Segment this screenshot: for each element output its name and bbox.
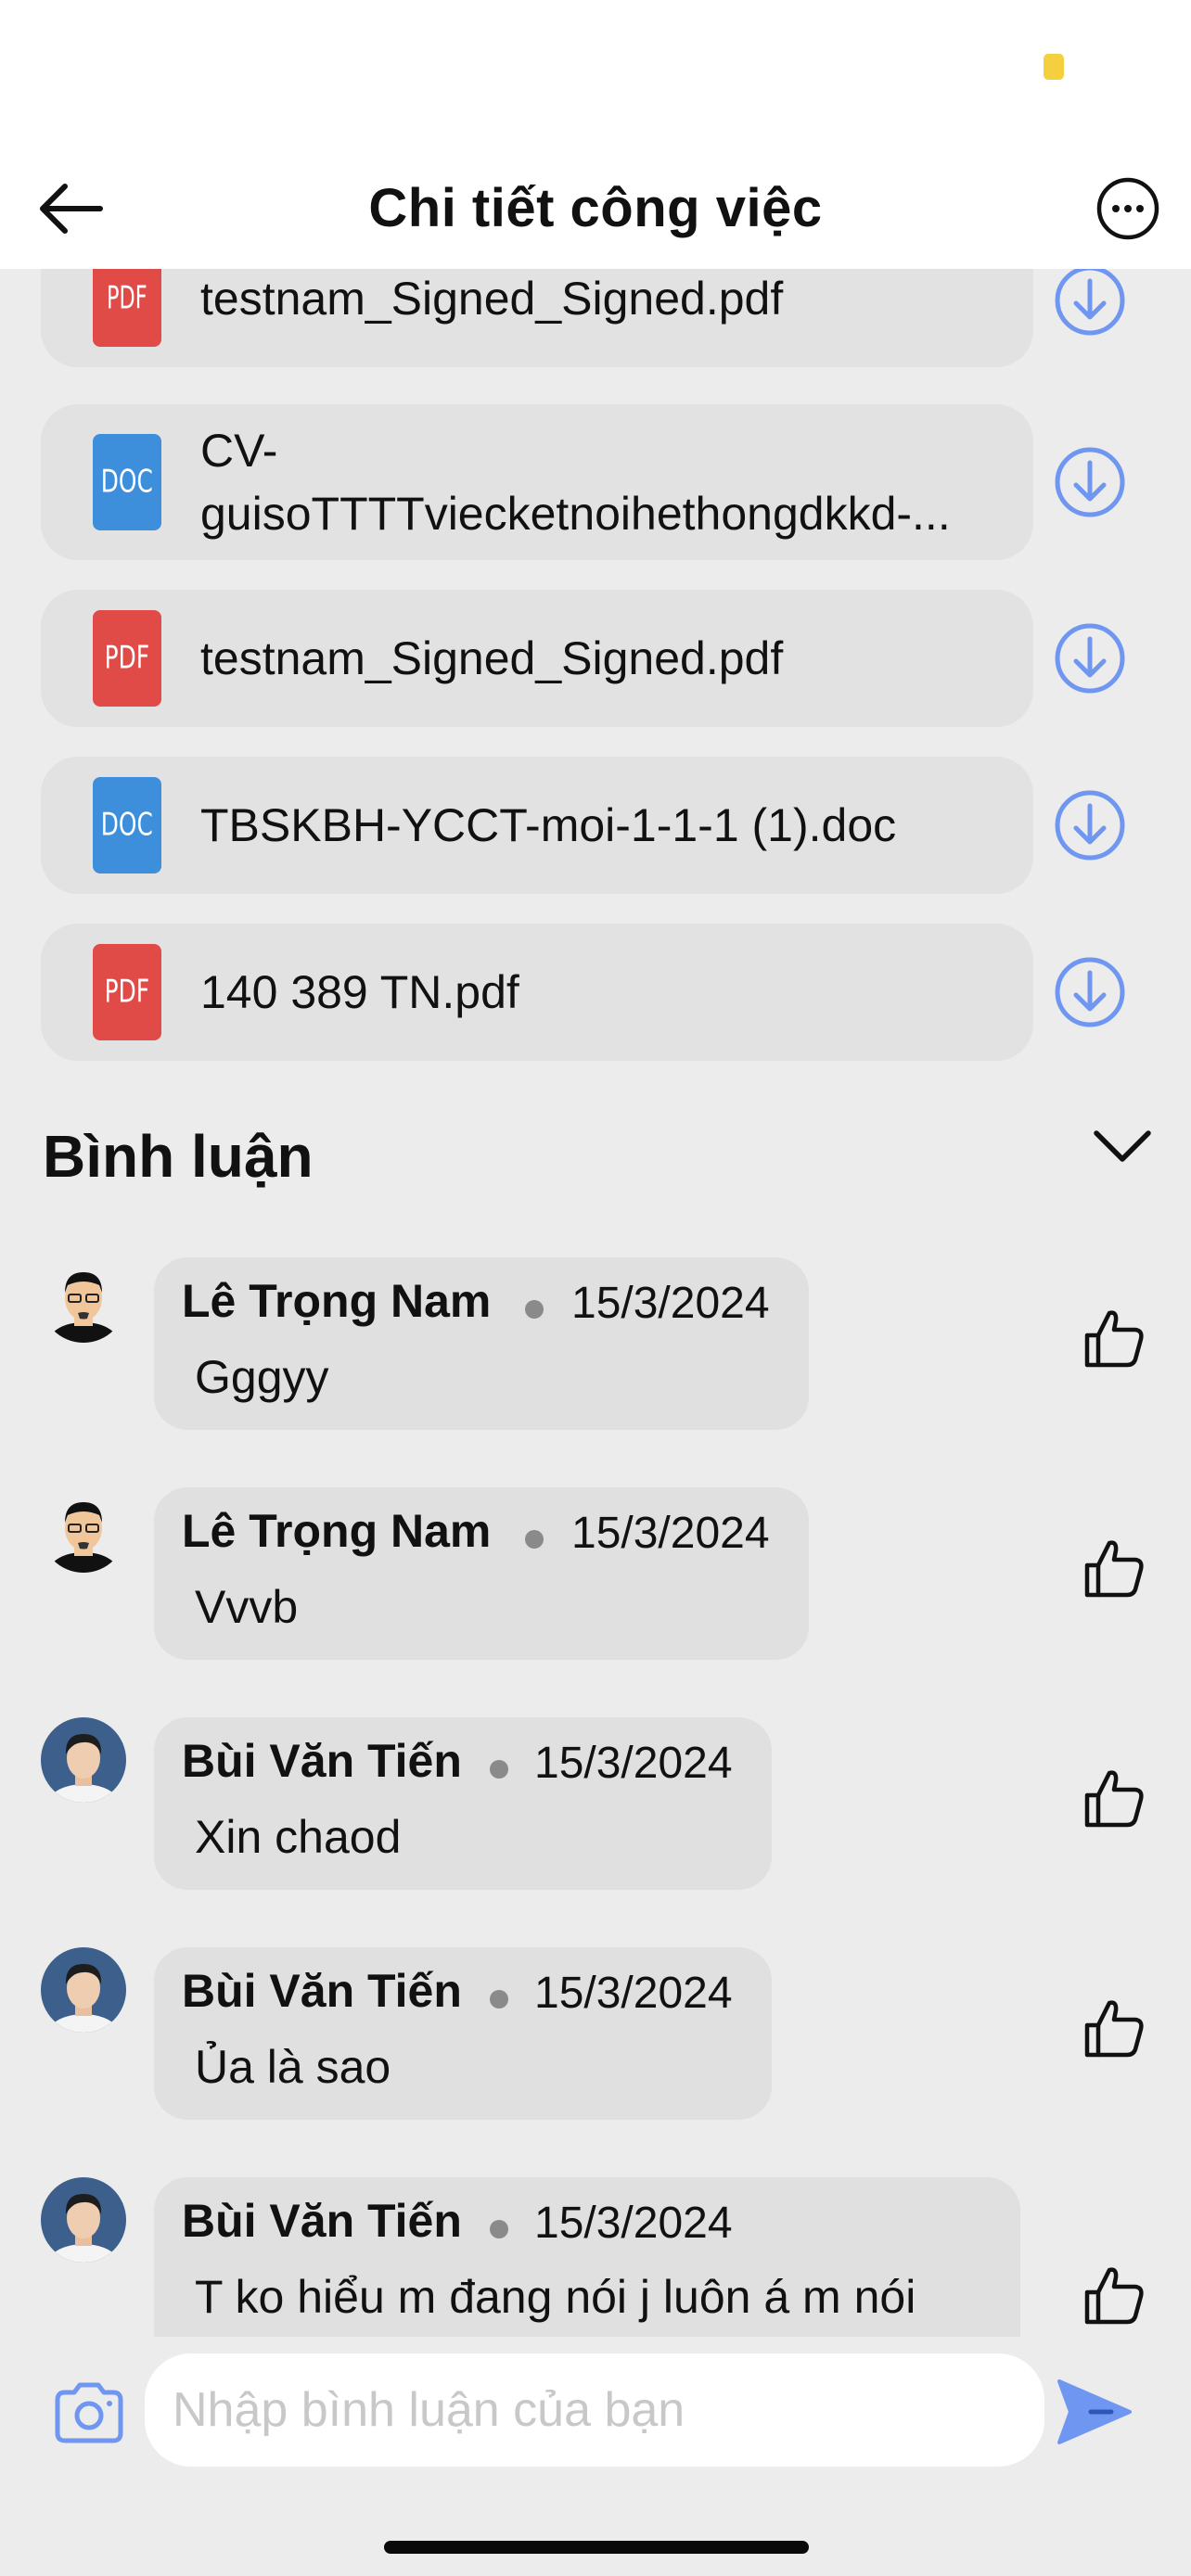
attachment-name: testnam_Signed_Signed.pdf	[200, 273, 784, 325]
comments-section-title: Bình luận	[43, 1123, 314, 1190]
comment-text: T ko hiểu m đang nói j luôn á m nói	[195, 2271, 916, 2323]
camera-icon	[55, 2382, 123, 2443]
comment-text: Vvvb	[195, 1581, 299, 1633]
separator-dot	[490, 1760, 508, 1779]
comment-bubble: Bùi Văn Tiến 15/3/2024 Ủa là sao	[154, 1947, 772, 2120]
thumbs-up-icon	[1084, 1310, 1144, 1368]
attachment-name: CV- guisoTTTTviecketnoihethongdkkd-...	[200, 425, 951, 540]
like-button[interactable]	[1082, 1996, 1146, 2060]
like-button[interactable]	[1082, 1766, 1146, 1830]
avatar[interactable]	[41, 1717, 126, 1803]
app-header: Chi tiết công việc	[0, 148, 1191, 269]
attachment-name: TBSKBH-YCCT-moi-1-1-1 (1).doc	[200, 799, 897, 851]
avatar[interactable]	[41, 1947, 126, 2033]
doc-file-icon: DOC	[93, 434, 161, 530]
doc-file-icon: DOC	[93, 777, 161, 874]
comment-composer	[0, 2337, 1191, 2576]
status-bar	[0, 0, 1191, 148]
download-button[interactable]	[1054, 622, 1126, 695]
like-button[interactable]	[1082, 1536, 1146, 1600]
pdf-file-icon: PDF	[93, 944, 161, 1040]
avatar[interactable]	[41, 1487, 126, 1573]
page-title: Chi tiết công việc	[368, 178, 823, 238]
comment-bubble: Bùi Văn Tiến 15/3/2024 T ko hiểu m đang …	[154, 2177, 1020, 2337]
comment-date: 15/3/2024	[534, 1969, 733, 2018]
thumbs-up-icon	[1084, 1540, 1144, 1598]
send-button[interactable]	[1054, 2372, 1133, 2452]
separator-dot	[490, 1990, 508, 2009]
home-indicator[interactable]	[384, 2541, 809, 2554]
status-indicator	[1044, 54, 1064, 80]
attachment-item[interactable]: DOC TBSKBH-YCCT-moi-1-1-1 (1).doc	[41, 757, 1033, 894]
download-icon	[1055, 790, 1125, 861]
like-button[interactable]	[1082, 1306, 1146, 1371]
pdf-file-icon: PDF	[93, 610, 161, 707]
svg-text:DOC: DOC	[101, 806, 153, 843]
download-button[interactable]	[1054, 269, 1126, 337]
download-button[interactable]	[1054, 789, 1126, 861]
comment-date: 15/3/2024	[534, 2199, 733, 2248]
send-icon	[1057, 2379, 1132, 2444]
thumbs-up-icon	[1084, 1770, 1144, 1828]
comment-date: 15/3/2024	[571, 1509, 770, 1558]
comment-author: Lê Trọng Nam	[182, 1275, 492, 1327]
attachment-item[interactable]: PDF testnam_Signed_Signed.pdf	[41, 269, 1033, 367]
download-button[interactable]	[1054, 446, 1126, 518]
more-options-button[interactable]	[1091, 172, 1165, 246]
comment-author: Bùi Văn Tiến	[182, 1735, 462, 1787]
comment-bubble: Lê Trọng Nam 15/3/2024 Gggyy	[154, 1257, 809, 1430]
comment-text: Ủa là sao	[195, 2041, 391, 2093]
comment-date: 15/3/2024	[534, 1739, 733, 1788]
separator-dot	[490, 2220, 508, 2238]
chevron-down-icon	[1094, 1130, 1151, 1162]
svg-text:PDF: PDF	[105, 639, 149, 676]
thumbs-up-icon	[1084, 2000, 1144, 2058]
attachment-name: testnam_Signed_Signed.pdf	[200, 632, 784, 684]
avatar[interactable]	[41, 1257, 126, 1343]
comment-author: Bùi Văn Tiến	[182, 1965, 462, 2017]
like-button[interactable]	[1082, 2263, 1146, 2327]
svg-text:PDF: PDF	[107, 279, 147, 316]
separator-dot	[525, 1530, 544, 1549]
attachment-name: 140 389 TN.pdf	[200, 966, 519, 1018]
download-icon	[1055, 269, 1125, 336]
comment-bubble: Bùi Văn Tiến 15/3/2024 Xin chaod	[154, 1717, 772, 1890]
comment-author: Lê Trọng Nam	[182, 1505, 492, 1557]
comment-text: Gggyy	[195, 1351, 329, 1403]
separator-dot	[525, 1300, 544, 1319]
comment-input[interactable]	[145, 2353, 1044, 2467]
attachment-item[interactable]: PDF testnam_Signed_Signed.pdf	[41, 590, 1033, 727]
pdf-file-icon: PDF	[93, 269, 161, 347]
download-icon	[1055, 957, 1125, 1027]
svg-text:PDF: PDF	[105, 973, 149, 1010]
comment-date: 15/3/2024	[571, 1279, 770, 1328]
comment-text: Xin chaod	[195, 1811, 402, 1863]
svg-text:DOC: DOC	[101, 463, 153, 500]
collapse-comments-button[interactable]	[1085, 1113, 1159, 1178]
attachment-item[interactable]: DOC CV- guisoTTTTviecketnoihethongdkkd-.…	[41, 404, 1033, 560]
avatar[interactable]	[41, 2177, 126, 2263]
download-icon	[1055, 623, 1125, 694]
download-icon	[1055, 447, 1125, 517]
comment-bubble: Lê Trọng Nam 15/3/2024 Vvvb	[154, 1487, 809, 1660]
attachment-item[interactable]: PDF 140 389 TN.pdf	[41, 924, 1033, 1061]
thumbs-up-icon	[1084, 2267, 1144, 2325]
comment-author: Bùi Văn Tiến	[182, 2195, 462, 2247]
task-detail-content[interactable]: PDF testnam_Signed_Signed.pdf DOC CV- gu…	[0, 269, 1191, 2337]
more-horizontal-icon	[1096, 177, 1159, 240]
camera-button[interactable]	[50, 2374, 128, 2452]
download-button[interactable]	[1054, 956, 1126, 1028]
